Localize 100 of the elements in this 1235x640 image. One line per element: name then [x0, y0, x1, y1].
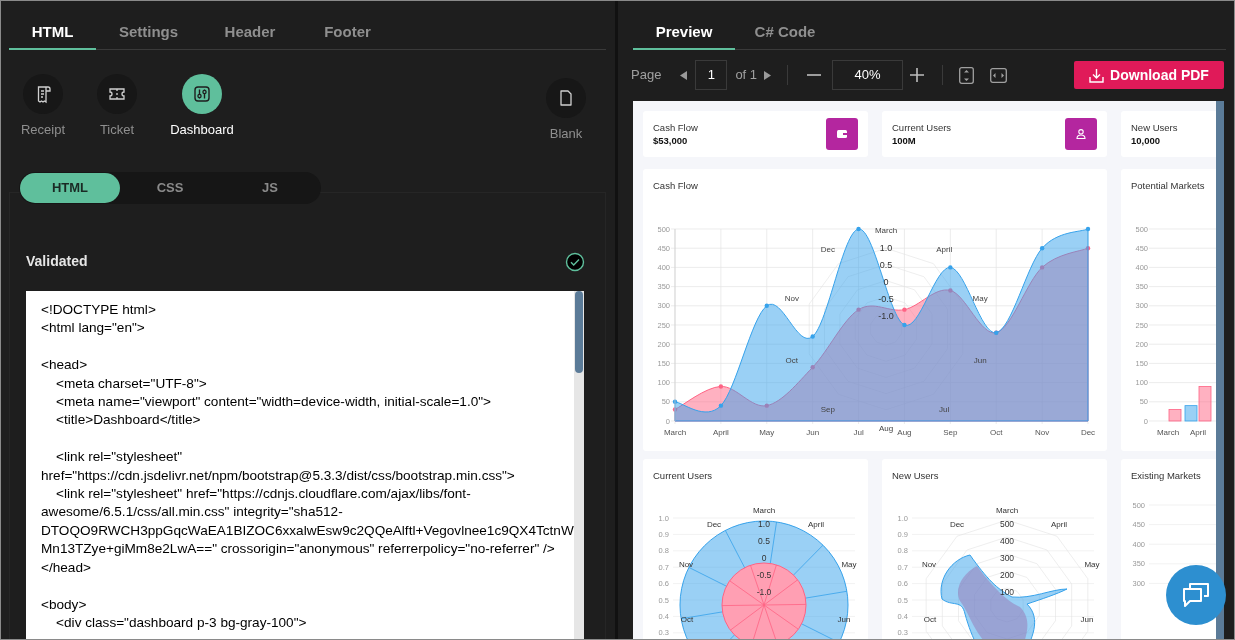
- data-point: [764, 403, 769, 408]
- fit-height-icon: [958, 66, 974, 84]
- tab[interactable]: Preview: [633, 17, 735, 50]
- download-pdf-button[interactable]: Download PDF: [1074, 61, 1224, 89]
- radar-tick-label: 1.0: [879, 243, 893, 253]
- user-icon: [1075, 128, 1087, 140]
- axis-category-label: April: [1190, 428, 1206, 437]
- chat-icon: [1181, 581, 1211, 609]
- code-tab[interactable]: JS: [220, 173, 320, 203]
- validation-status: Validated: [26, 252, 88, 271]
- radar-axis-label: May: [841, 560, 857, 569]
- data-point: [672, 399, 678, 404]
- axis-category-label: Dec: [1080, 428, 1096, 437]
- chart-title: Potential Markets: [1130, 179, 1206, 193]
- radar-tick-label: 300: [999, 553, 1015, 563]
- radar-axis-label: March: [752, 506, 776, 515]
- code-tab[interactable]: HTML: [20, 173, 120, 203]
- data-point: [902, 307, 907, 312]
- fit-height-button[interactable]: [957, 66, 976, 84]
- axis-category-label: March: [1156, 428, 1180, 437]
- data-point: [1039, 265, 1045, 270]
- radar-axis-label: Oct: [680, 615, 694, 624]
- data-point: [718, 384, 724, 389]
- code-text: <!DOCTYPE html> <html lang="en"> <head> <meta charset="UTF-8"> <meta name="viewport" content="width=device-width, initial-scale=1.0"> <title>Dashboard</title> <link rel="stylesheet" href="https://cdn.jsdelivr.net/npm/bootstrap@5.3.3/dist/css/bootstrap.min.css"> <link rel="stylesheet" href="https://cdnjs.cloudflare.com/ajax/libs/font-awesome/6.5.1/css/all.min.css" integrity="sha512-DTOQO9RWCH3ppGqcWaEA1BIZOC6xxalwEsw9c2QQeAlftl+Vegovlnee1c9QX4TctnWMn13TZye+giMm8e2LwA==" crossorigin="anonymous" referrerpolicy="no-referrer" /> </head> <body> <div class="dashboard p-3 bg-gray-100">: [40, 301, 574, 632]
- wallet-icon: [836, 128, 848, 140]
- triangle-right-icon: [763, 70, 771, 80]
- data-point: [810, 365, 815, 370]
- data-point: [948, 265, 953, 270]
- data-point: [856, 226, 861, 232]
- radar-axis-label: Aug: [878, 424, 894, 433]
- axis-category-label: March: [663, 428, 687, 437]
- axis-category-label: Jun: [806, 428, 820, 437]
- stat-label: Cash Flow: [653, 120, 698, 134]
- radar-tick-label: -0.5: [878, 294, 894, 304]
- radar-axis-label: May: [972, 294, 988, 304]
- stat-label: New Users: [1131, 120, 1178, 134]
- chart-title: Existing Markets: [1130, 469, 1202, 483]
- template-option[interactable]: Blank: [536, 74, 596, 144]
- chart-title: Cash Flow: [652, 179, 699, 193]
- radar-tick-label: 0.5: [879, 260, 893, 270]
- page-number-field[interactable]: 1: [695, 60, 728, 90]
- code-tab[interactable]: CSS: [120, 173, 220, 203]
- tab[interactable]: HTML: [9, 17, 96, 50]
- fit-width-button[interactable]: [989, 66, 1008, 84]
- radar-axis-label: Oct: [785, 355, 799, 365]
- radar-axis-label: Nov: [921, 560, 937, 569]
- template-option[interactable]: Ticket: [89, 74, 145, 144]
- radar-axis-label: Sep: [820, 405, 835, 415]
- axis-category-label: Nov: [1035, 428, 1050, 437]
- radar-tick-label: 0.5: [758, 536, 770, 546]
- axis-category-label: Jul: [853, 428, 864, 437]
- scrollbar[interactable]: [574, 291, 584, 639]
- page-label: Page: [631, 66, 662, 85]
- data-point: [1085, 226, 1091, 232]
- radar-axis-label: Jun: [973, 355, 987, 365]
- template-option[interactable]: Dashboard: [162, 74, 242, 144]
- radar-axis-label: March: [874, 226, 898, 235]
- data-point: [1085, 246, 1091, 251]
- radar-axis-label: Jun: [1080, 615, 1094, 624]
- tab[interactable]: Settings: [96, 17, 201, 50]
- zoom-field[interactable]: 40%: [832, 60, 904, 90]
- tab[interactable]: Footer: [299, 17, 396, 50]
- radar-tick-label: 400: [999, 536, 1015, 546]
- radar-axis-label: Jul: [939, 405, 950, 415]
- template-option[interactable]: Receipt: [15, 74, 71, 144]
- download-icon: [1089, 67, 1105, 83]
- axis-category-label: Sep: [943, 428, 958, 437]
- fit-width-icon: [989, 67, 1007, 83]
- stat-value: 100M: [892, 133, 917, 148]
- radar-tick-label: 0: [883, 277, 889, 287]
- data-point: [672, 407, 678, 412]
- data-point: [948, 288, 953, 293]
- axis-category-label: May: [759, 428, 775, 437]
- axis-category-label: Oct: [990, 428, 1003, 437]
- radar-axis-label: Nov: [784, 294, 799, 304]
- stat-value: $53,000: [653, 133, 689, 148]
- radar-tick-label: -1.0: [878, 311, 894, 321]
- radar-axis-label: April: [808, 520, 824, 529]
- radar-axis-label: April: [936, 244, 953, 254]
- chart-title: Current Users: [652, 469, 714, 483]
- stat-value: 10,000: [1131, 133, 1162, 148]
- axis-category-label: April: [712, 428, 729, 437]
- radar-axis-label: March: [995, 506, 1019, 515]
- sliders-icon: [192, 84, 212, 104]
- data-point: [718, 403, 724, 408]
- radar-tick-label: 500: [999, 519, 1015, 529]
- radar-tick-label: 200: [999, 570, 1015, 580]
- radar-axis-label: May: [1084, 560, 1100, 569]
- scrollbar[interactable]: [1216, 101, 1224, 639]
- radar-axis-label: Dec: [820, 244, 835, 254]
- stat-label: Current Users: [892, 120, 952, 134]
- radar-tick-label: -0.5: [756, 570, 772, 580]
- radar-axis-label: Dec: [949, 520, 965, 529]
- radar-tick-label: -1.0: [756, 587, 772, 597]
- data-point: [856, 307, 861, 312]
- tab[interactable]: C# Code: [735, 17, 835, 50]
- minus-icon: [807, 74, 822, 76]
- radar-axis-label: Oct: [923, 615, 937, 624]
- data-point: [764, 303, 769, 308]
- tab[interactable]: Header: [201, 17, 299, 50]
